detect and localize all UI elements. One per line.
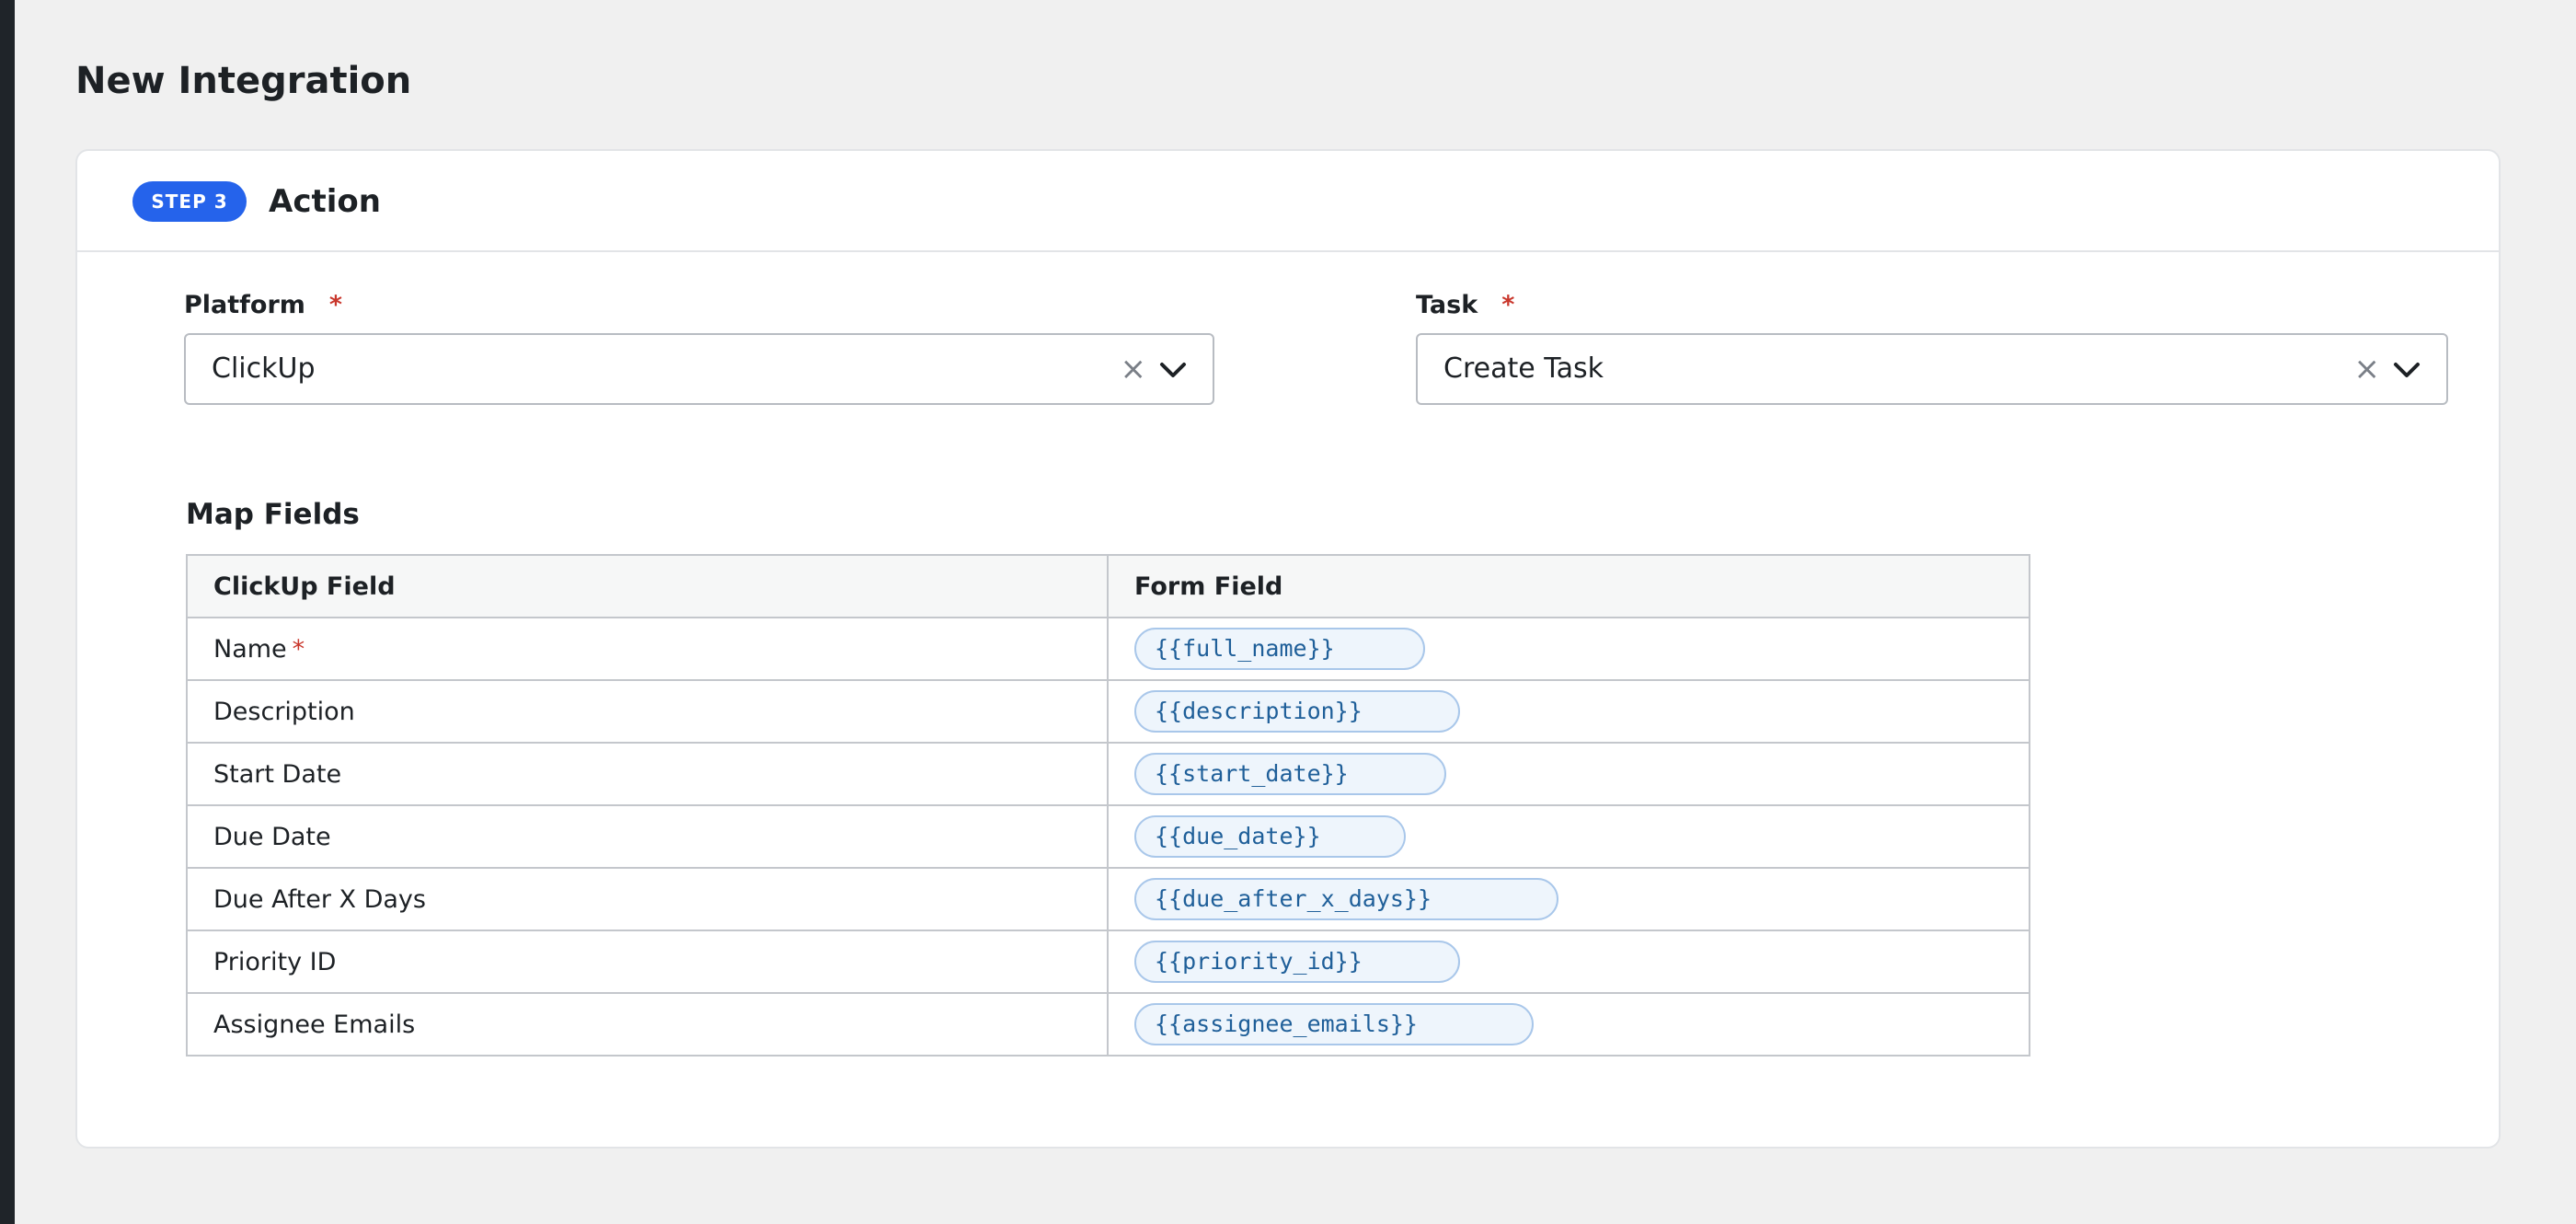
column-header-clickup-field: ClickUp Field: [186, 554, 1109, 618]
form-field-cell: {{priority_id}}: [1107, 930, 2030, 994]
table-row: Priority ID {{priority_id}}: [186, 930, 2030, 994]
integration-step-card: STEP 3 Action Platform * ClickUp × Task * …: [75, 149, 2501, 1149]
clickup-field-cell: Assignee Emails: [186, 992, 1109, 1057]
table-row: Due After X Days {{due_after_x_days}}: [186, 867, 2030, 931]
form-field-token[interactable]: {{start_date}}: [1134, 753, 1446, 795]
platform-label-text: Platform: [184, 291, 305, 319]
form-field-token[interactable]: {{description}}: [1134, 690, 1460, 733]
clickup-field-name: Due After X Days: [213, 884, 426, 914]
form-field-token[interactable]: {{due_date}}: [1134, 815, 1406, 858]
table-row: Start Date {{start_date}}: [186, 742, 2030, 806]
form-field-cell: {{full_name}}: [1107, 617, 2030, 681]
map-fields-table: ClickUp Field Form Field Name * {{full_na…: [186, 554, 2030, 1057]
form-field-cell: {{due_date}}: [1107, 804, 2030, 869]
close-icon[interactable]: ×: [1121, 335, 1147, 403]
step-badge: STEP 3: [132, 181, 247, 222]
step-title: Action: [269, 183, 381, 220]
clickup-field-name: Start Date: [213, 759, 342, 789]
task-label-text: Task: [1416, 291, 1478, 319]
platform-label: Platform *: [184, 287, 342, 324]
task-select-value: Create Task: [1443, 352, 1604, 385]
table-row: Due Date {{due_date}}: [186, 804, 2030, 869]
clickup-field-cell: Due After X Days: [186, 867, 1109, 931]
form-field-cell: {{due_after_x_days}}: [1107, 867, 2030, 931]
clickup-field-name: Name: [213, 634, 287, 664]
column-header-form-field: Form Field: [1107, 554, 2030, 618]
platform-select[interactable]: ClickUp ×: [184, 333, 1214, 405]
clickup-field-cell: Due Date: [186, 804, 1109, 869]
clickup-field-name: Assignee Emails: [213, 1010, 416, 1039]
map-fields-title: Map Fields: [186, 498, 360, 531]
table-row: Name * {{full_name}}: [186, 617, 2030, 681]
table-header-row: ClickUp Field Form Field: [186, 554, 2030, 618]
table-row: Assignee Emails {{assignee_emails}}: [186, 992, 2030, 1057]
clickup-field-cell: Priority ID: [186, 930, 1109, 994]
clickup-field-name: Description: [213, 697, 355, 726]
form-field-cell: {{description}}: [1107, 679, 2030, 744]
clickup-field-cell: Description: [186, 679, 1109, 744]
platform-required-mark: *: [328, 291, 343, 319]
clickup-field-cell: Name *: [186, 617, 1109, 681]
platform-select-value: ClickUp: [212, 352, 316, 385]
clickup-field-cell: Start Date: [186, 742, 1109, 806]
close-icon[interactable]: ×: [2354, 335, 2381, 403]
form-field-token[interactable]: {{full_name}}: [1134, 628, 1425, 670]
step-header: STEP 3 Action: [77, 151, 2499, 252]
form-field-token[interactable]: {{priority_id}}: [1134, 941, 1460, 983]
chevron-down-icon[interactable]: [1159, 360, 1187, 380]
form-field-token[interactable]: {{assignee_emails}}: [1134, 1003, 1534, 1045]
app-left-rail: [0, 0, 15, 1224]
chevron-down-icon[interactable]: [2393, 360, 2421, 380]
task-required-mark: *: [1501, 291, 1515, 319]
form-field-cell: {{start_date}}: [1107, 742, 2030, 806]
task-select[interactable]: Create Task ×: [1416, 333, 2448, 405]
form-field-token[interactable]: {{due_after_x_days}}: [1134, 878, 1559, 920]
clickup-field-name: Priority ID: [213, 947, 337, 976]
required-mark: *: [292, 634, 305, 664]
clickup-field-name: Due Date: [213, 822, 331, 851]
task-label: Task *: [1416, 287, 1514, 324]
page-title: New Integration: [75, 60, 412, 102]
form-field-cell: {{assignee_emails}}: [1107, 992, 2030, 1057]
table-row: Description {{description}}: [186, 679, 2030, 744]
